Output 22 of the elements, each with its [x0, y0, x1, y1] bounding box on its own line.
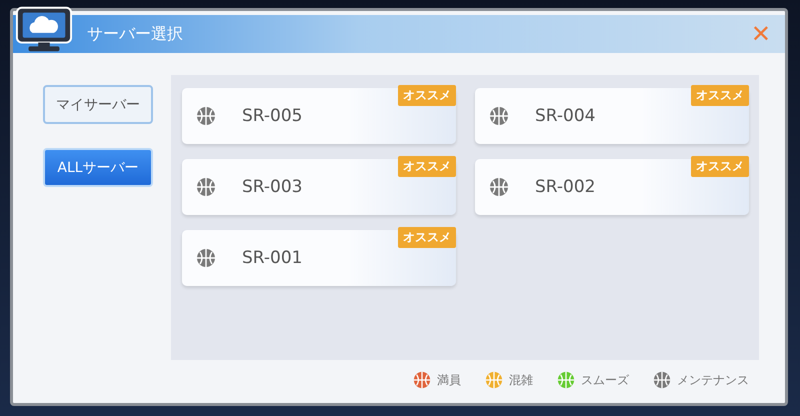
recommended-badge: オススメ [691, 85, 749, 106]
server-card[interactable]: SR-001 オススメ [182, 230, 456, 286]
recommended-badge: オススメ [398, 85, 456, 106]
server-card[interactable]: SR-003 オススメ [182, 159, 456, 215]
legend-label: 満員 [437, 372, 461, 388]
recommended-badge: オススメ [691, 156, 749, 177]
server-name: SR-005 [242, 106, 302, 126]
legend-label: スムーズ [581, 372, 629, 388]
server-name: SR-004 [535, 106, 596, 126]
server-name: SR-001 [242, 248, 302, 268]
recommended-badge: オススメ [398, 227, 456, 248]
legend-label: メンテナンス [677, 372, 749, 388]
window-title: サーバー選択 [87, 24, 183, 44]
legend-label: 混雑 [509, 372, 533, 388]
server-card[interactable]: SR-005 オススメ [182, 88, 456, 144]
server-card[interactable]: SR-002 オススメ [475, 159, 749, 215]
server-tab[interactable]: マイサーバー [43, 85, 153, 124]
server-name: SR-002 [535, 177, 596, 197]
server-name: SR-003 [242, 177, 302, 197]
recommended-badge: オススメ [398, 156, 456, 177]
server-card[interactable]: SR-004 オススメ [475, 88, 749, 144]
server-tab[interactable]: ALLサーバー [43, 148, 153, 187]
